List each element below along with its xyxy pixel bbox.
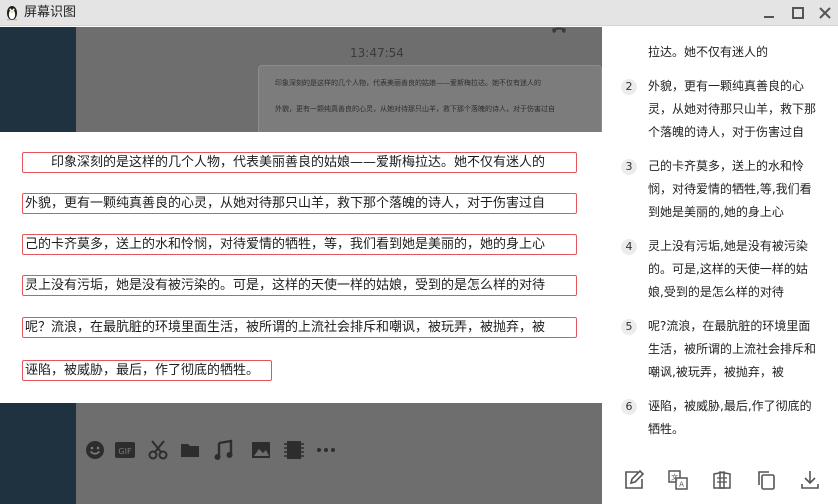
result-number: 5 (621, 319, 637, 335)
ocr-line[interactable]: 诬陷，被威胁，最后，作了彻底的牺牲。 (22, 360, 272, 381)
ocr-line[interactable]: 印象深刻的是这样的几个人物，代表美丽善良的姑娘——爱斯梅拉达。她不仅有迷人的 (22, 152, 577, 173)
penguin-icon (7, 6, 17, 21)
more-icon (317, 448, 335, 452)
captured-timestamp: 13:47:54 (350, 46, 404, 60)
maximize-icon[interactable] (789, 4, 807, 22)
result-number: 3 (621, 159, 637, 175)
music-icon (214, 439, 233, 460)
emoji-icon (86, 441, 104, 459)
result-text: 己的卡齐莫多，送上的水和怜 悯，对待爱情的牺牲,等,我们看 到她是美丽的,她的身… (648, 159, 812, 219)
result-text: 拉达。她不仅有迷人的 (648, 45, 769, 59)
result-number: 2 (621, 79, 637, 95)
scissors-icon (148, 440, 168, 460)
svg-text:文: 文 (671, 473, 678, 482)
result-text: 呢?流浪，在最肮脏的环境里面 生活，被所谓的上流社会排斥和 嘲讽,被玩弄，被抛弃… (648, 319, 817, 379)
result-text: 诬陷，被威胁,最后,作了彻底的 牺牲。 (648, 399, 812, 436)
image-icon (252, 442, 270, 458)
title-bar: 屏幕识图 (0, 0, 838, 26)
ocr-line[interactable]: 己的卡齐莫多，送上的水和怜悯，对待爱情的牺牲，等，我们看到她是美丽的，她的身上心 (22, 234, 577, 255)
download-icon[interactable] (799, 469, 821, 491)
captured-bubble-line: 外貌，更有一颗纯真善良的心灵，从她对待那只山羊，救下那个落魄的诗人，对于伤害过自 (275, 105, 555, 113)
phone-icon (552, 27, 566, 33)
result-text: 灵上没有污垢,她是没有被污染 的。可是,这样的天使一样的姑 娘,受到的是怎么样的… (648, 239, 808, 299)
ocr-text-region: 印象深刻的是这样的几个人物，代表美丽善良的姑娘——爱斯梅拉达。她不仅有迷人的 外… (0, 132, 602, 403)
svg-text:A: A (679, 481, 684, 489)
folder-icon (181, 444, 199, 457)
result-text: 外貌，更有一颗纯真善良的心 灵，从她对待那只山羊，救下那 个落魄的诗人，对于伤害… (648, 79, 817, 139)
video-icon (284, 441, 304, 459)
copy-icon[interactable] (755, 469, 777, 491)
captured-bubble-line: 印象深刻的是这样的几个人物，代表美丽善良的姑娘——爱斯梅拉达。她不仅有迷人的 (275, 79, 541, 87)
ocr-line[interactable]: 灵上没有污垢，她是没有被污染的。可是，这样的天使一样的姑娘，受到的是怎么样的对待 (22, 275, 577, 296)
result-number: 6 (621, 399, 637, 415)
result-number: 4 (621, 239, 637, 255)
copy-format-icon[interactable] (711, 469, 733, 491)
close-icon[interactable] (816, 4, 834, 22)
recognition-results-panel: 拉达。她不仅有迷人的 2 外貌，更有一颗纯真善良的心 灵，从她对待那只山羊，救下… (602, 27, 838, 504)
translate-icon[interactable]: 文 A (667, 469, 689, 491)
svg-text:GIF: GIF (118, 447, 132, 456)
window-title: 屏幕识图 (24, 5, 77, 20)
ocr-line[interactable]: 呢？流浪，在最肮脏的环境里面生活，被所谓的上流社会排斥和嘲讽，被玩弄，被抛弃，被 (22, 317, 577, 338)
gif-icon: GIF (115, 442, 135, 458)
minimize-icon[interactable] (760, 4, 778, 22)
edit-icon[interactable] (623, 469, 645, 491)
ocr-line[interactable]: 外貌，更有一颗纯真善良的心灵，从她对待那只山羊，救下那个落魄的诗人，对于伤害过自 (22, 193, 577, 214)
